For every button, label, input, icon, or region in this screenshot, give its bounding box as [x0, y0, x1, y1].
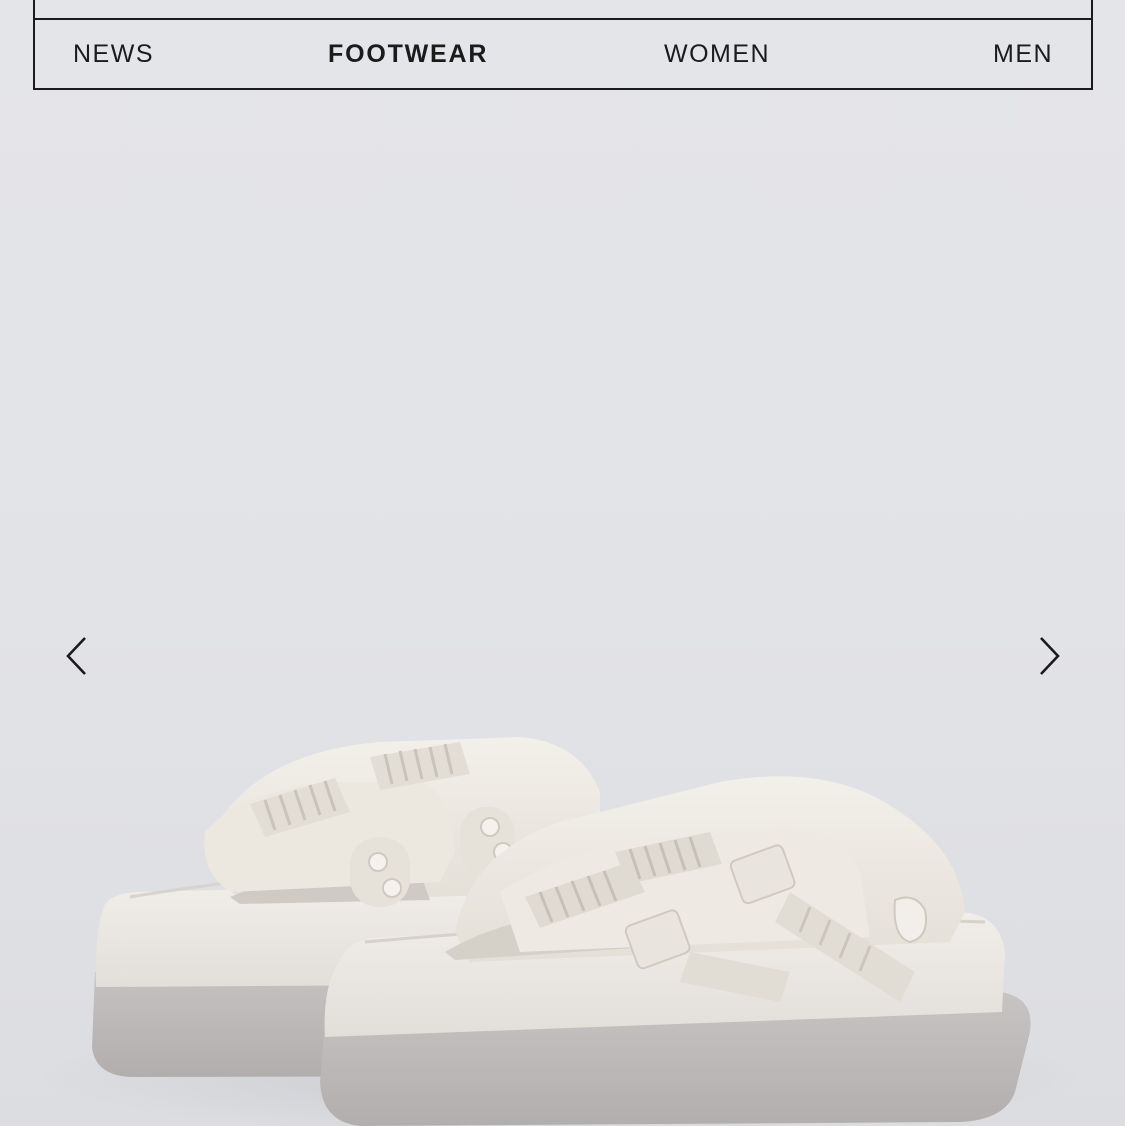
carousel-prev-button[interactable] — [58, 632, 98, 680]
header-top-strip — [33, 0, 1093, 20]
nav-item-women[interactable]: WOMEN — [664, 18, 770, 88]
category-nav: NEWS FOOTWEAR WOMEN MEN — [33, 18, 1093, 90]
nav-item-footwear[interactable]: FOOTWEAR — [328, 18, 488, 88]
chevron-left-icon — [66, 637, 86, 675]
nav-item-news[interactable]: NEWS — [73, 18, 154, 88]
nav-item-men[interactable]: MEN — [993, 18, 1053, 88]
chevron-right-icon — [1040, 637, 1060, 675]
carousel-next-button[interactable] — [1028, 632, 1068, 680]
product-image — [40, 737, 1080, 1126]
